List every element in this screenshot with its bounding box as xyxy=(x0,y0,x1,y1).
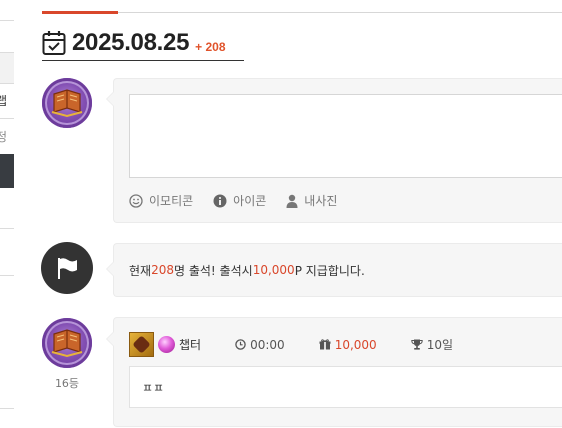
attendance-entry: 챕터 00:00 10,000 10일 ㅍㅍ xyxy=(106,317,562,427)
composer-tools: 이모티콘 아이콘 내사진 xyxy=(129,192,357,209)
my-photo-button[interactable]: 내사진 xyxy=(286,192,337,209)
icon-button[interactable]: 아이콘 xyxy=(213,192,266,209)
sidebar-divider xyxy=(0,228,14,229)
person-icon xyxy=(286,194,298,208)
user-avatar[interactable] xyxy=(42,318,92,368)
notice-arrow xyxy=(107,262,114,276)
sidebar-divider xyxy=(0,408,14,409)
user-nickname[interactable]: 챕터 xyxy=(179,336,201,353)
level-badge-icon xyxy=(129,332,154,357)
sidebar-divider xyxy=(0,118,14,119)
composer-arrow xyxy=(107,92,114,106)
notice-points: 10,000 xyxy=(252,263,295,277)
entry-points-value: 10,000 xyxy=(334,337,377,352)
avatar xyxy=(42,78,92,128)
spellbook-icon xyxy=(51,89,83,118)
notice-box: 현재 208 명 출석! 출석시 10,000 P 지급합니다. xyxy=(106,243,562,297)
trophy-icon xyxy=(410,339,423,350)
entry-days-value: 10일 xyxy=(426,338,453,352)
flag-icon xyxy=(58,258,77,279)
page-date: 2025.08.25 xyxy=(72,29,190,56)
entry-message: ㅍㅍ xyxy=(129,366,562,408)
date-header: 2025.08.25 + 208 xyxy=(42,26,244,61)
attendance-count: + 208 xyxy=(195,40,226,54)
entry-days: 10일 xyxy=(410,336,453,353)
sidebar-divider xyxy=(0,20,14,21)
entry-time: 00:00 xyxy=(235,338,285,352)
comment-composer: 이모티콘 아이콘 내사진 xyxy=(106,78,562,223)
entry-points: 10,000 xyxy=(319,338,377,352)
icon-label: 아이콘 xyxy=(233,194,267,208)
clock-icon xyxy=(235,339,246,350)
entry-arrow xyxy=(107,332,114,346)
notice-middle: 명 출석! 출석시 xyxy=(174,263,253,278)
my-photo-label: 내사진 xyxy=(304,194,338,208)
notice-text: 현재 208 명 출석! 출석시 10,000 P 지급합니다. xyxy=(129,244,365,296)
entry-time-value: 00:00 xyxy=(250,337,285,352)
spellbook-icon xyxy=(51,329,83,358)
entry-message-text: ㅍㅍ xyxy=(142,380,165,395)
notice-prefix: 현재 xyxy=(129,263,152,278)
comment-textarea[interactable] xyxy=(129,94,562,178)
emoticon-button[interactable]: 이모티콘 xyxy=(129,192,193,209)
sidebar-dark-button[interactable] xyxy=(0,154,14,188)
emoticon-label: 이모티콘 xyxy=(149,194,194,208)
info-icon xyxy=(213,194,227,207)
sidebar-divider xyxy=(0,275,14,276)
attendance-page: 랩 정 2025.08.25 + 208 이모티콘 아이콘 내사진 현재 208… xyxy=(0,0,562,428)
sidebar-item-cut[interactable]: 랩 xyxy=(0,92,14,109)
sidebar-item-cut[interactable]: 정 xyxy=(0,128,14,145)
notice-avatar xyxy=(41,242,93,294)
top-accent-bar xyxy=(42,11,118,14)
notice-suffix: P 지급합니다. xyxy=(294,263,365,278)
sidebar-header xyxy=(0,52,14,84)
rank-label: 16등 xyxy=(54,377,80,390)
entry-meta: 챕터 00:00 10,000 10일 xyxy=(129,332,487,357)
smiley-icon xyxy=(129,193,143,208)
gift-icon xyxy=(319,339,331,350)
calendar-icon xyxy=(42,31,66,55)
top-divider xyxy=(42,12,562,13)
notice-count: 208 xyxy=(151,263,174,277)
sidebar-fragment: 랩 정 xyxy=(0,0,14,428)
orb-icon xyxy=(158,336,175,353)
